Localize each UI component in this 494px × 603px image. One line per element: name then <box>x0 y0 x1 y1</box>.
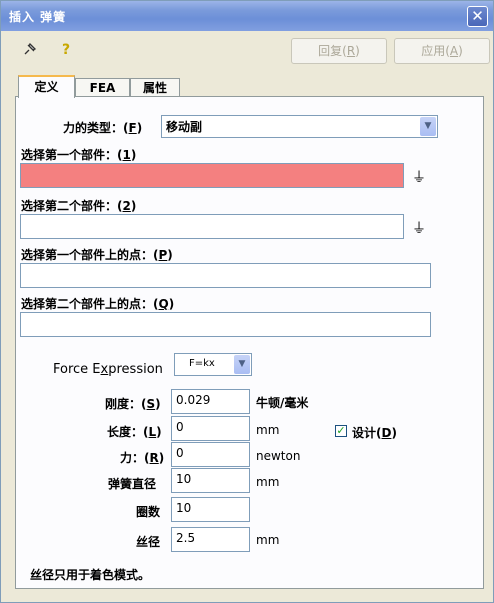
stiffness-value: 0.029 <box>176 393 211 407</box>
tab-definition-label: 定义 <box>34 80 59 94</box>
chevron-down-icon[interactable]: ▼ <box>420 117 436 136</box>
design-label[interactable]: 设计(D) <box>352 424 397 441</box>
tab-definition[interactable]: 定义 <box>18 75 75 98</box>
force-expression-value: F=kx <box>189 358 215 369</box>
title-bar[interactable]: 插入 弹簧 ✕ <box>1 1 493 31</box>
apply-button[interactable]: 应用(A) <box>394 38 490 64</box>
coil-diameter-unit: mm <box>256 475 280 489</box>
wire-diameter-input[interactable]: 2.5 <box>171 527 250 552</box>
wire-diameter-value: 2.5 <box>176 531 196 545</box>
force-type-value: 移动副 <box>166 120 203 134</box>
apply-key: A <box>449 44 459 58</box>
part1-label: 选择第一个部件：(1) <box>21 148 137 162</box>
tab-fea[interactable]: FEA <box>75 78 130 97</box>
part1-selector-field[interactable] <box>20 163 404 188</box>
window-title: 插入 弹簧 <box>9 10 67 24</box>
apply-label: 应用 <box>421 44 446 58</box>
point2-label: 选择第二个部件上的点：(Q) <box>21 297 175 311</box>
restore-button[interactable]: 回复(R) <box>291 38 387 64</box>
tab-properties[interactable]: 属性 <box>130 78 180 97</box>
wire-diameter-unit: mm <box>256 533 280 547</box>
tab-fea-label: FEA <box>89 81 116 95</box>
part2-label: 选择第二个部件：(2) <box>21 199 137 213</box>
length-label: 长度：(L) <box>107 425 162 439</box>
chevron-down-icon[interactable]: ▼ <box>234 355 250 374</box>
point1-label: 选择第一个部件上的点：(P) <box>21 248 173 262</box>
pushpin-icon[interactable] <box>21 41 39 59</box>
coil-diameter-label: 弹簧直径 <box>108 477 157 491</box>
force-unit: newton <box>256 449 301 463</box>
close-icon: ✕ <box>471 7 484 25</box>
wire-diameter-label: 丝径 <box>136 535 161 549</box>
force-type-select[interactable]: 移动副 ▼ <box>161 115 438 138</box>
help-icon[interactable]: ? <box>57 41 75 59</box>
restore-key: R <box>346 44 356 58</box>
length-input[interactable]: 0 <box>171 416 250 441</box>
turns-input[interactable]: 10 <box>171 497 250 522</box>
tab-properties-label: 属性 <box>142 81 167 95</box>
design-checkbox[interactable]: ✓ <box>335 425 347 437</box>
force-expression-label: Force Expression <box>53 362 163 377</box>
wire-diameter-note: 丝径只用于着色模式。 <box>30 568 151 582</box>
point1-selector-field[interactable] <box>20 263 431 288</box>
stiffness-unit: 牛顿/毫米 <box>256 396 309 410</box>
force-value: 0 <box>176 446 184 460</box>
coil-diameter-input[interactable]: 10 <box>171 468 250 493</box>
restore-label: 回复 <box>318 44 343 58</box>
stiffness-input[interactable]: 0.029 <box>171 389 250 414</box>
length-unit: mm <box>256 423 280 437</box>
pick-part2-icon[interactable]: ⏚ <box>412 218 426 238</box>
turns-value: 10 <box>176 501 192 515</box>
turns-label: 圈数 <box>136 505 161 519</box>
coil-diameter-value: 10 <box>176 472 192 486</box>
pick-part1-icon[interactable]: ⏚ <box>412 167 426 187</box>
length-value: 0 <box>176 420 184 434</box>
part2-selector-field[interactable] <box>20 214 404 239</box>
force-type-label: 力的类型：(F) <box>63 121 143 135</box>
insert-spring-dialog: 插入 弹簧 ✕ ? 回复(R) 应用(A) 定义 FEA 属性 力的类型：(F)… <box>0 0 494 603</box>
stiffness-label: 刚度：(S) <box>105 397 161 411</box>
close-button[interactable]: ✕ <box>467 6 488 27</box>
force-expression-select[interactable]: F=kx ▼ <box>174 353 252 376</box>
force-input[interactable]: 0 <box>171 442 250 467</box>
point2-selector-field[interactable] <box>20 312 431 337</box>
force-label: 力：(R) <box>120 451 165 465</box>
